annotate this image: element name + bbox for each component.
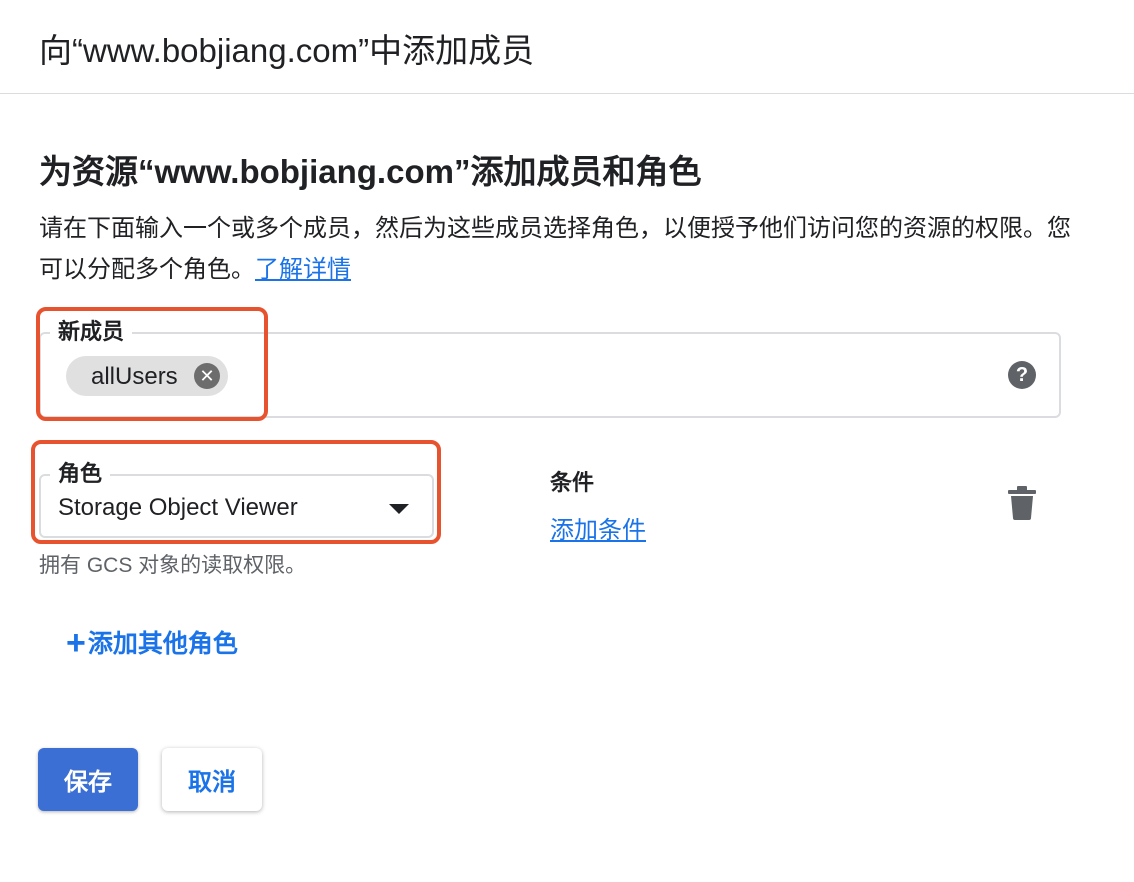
dialog-title: 向“www.bobjiang.com”中添加成员 (39, 32, 535, 69)
role-label: 角色 (50, 460, 111, 488)
add-condition-link[interactable]: 添加条件 (550, 510, 646, 545)
role-hint: 拥有 GCS 对象的读取权限。 (39, 554, 307, 577)
learn-more-link[interactable]: 了解详情 (255, 256, 351, 283)
member-chip-label: allUsers (91, 363, 178, 390)
save-button[interactable]: 保存 (38, 748, 138, 811)
role-select[interactable]: 角色 Storage Object Viewer (39, 460, 434, 538)
dialog-header: 向“www.bobjiang.com”中添加成员 (0, 0, 1134, 94)
section-description: 请在下面输入一个或多个成员，然后为这些成员选择角色，以便授予他们访问您的资源的权… (39, 208, 1079, 290)
cancel-button[interactable]: 取消 (162, 748, 262, 811)
new-members-field[interactable]: 新成员 allUsers ✕ ? (39, 318, 1061, 418)
plus-icon: + (66, 624, 86, 662)
add-another-role-button[interactable]: +添加其他角色 (66, 624, 238, 663)
help-circle-icon[interactable]: ? (1008, 361, 1036, 389)
new-members-label: 新成员 (50, 318, 133, 346)
caret-down-icon (389, 504, 409, 514)
role-selected-value: Storage Object Viewer (58, 494, 298, 521)
description-text: 请在下面输入一个或多个成员，然后为这些成员选择角色，以便授予他们访问您的资源的权… (39, 215, 1071, 283)
trash-icon[interactable] (1008, 486, 1036, 520)
section-title: 为资源“www.bobjiang.com”添加成员和角色 (39, 153, 702, 190)
condition-label: 条件 (550, 470, 595, 495)
member-chip[interactable]: allUsers ✕ (66, 356, 228, 396)
close-circle-icon[interactable]: ✕ (194, 363, 220, 389)
add-another-role-label: 添加其他角色 (87, 630, 238, 658)
